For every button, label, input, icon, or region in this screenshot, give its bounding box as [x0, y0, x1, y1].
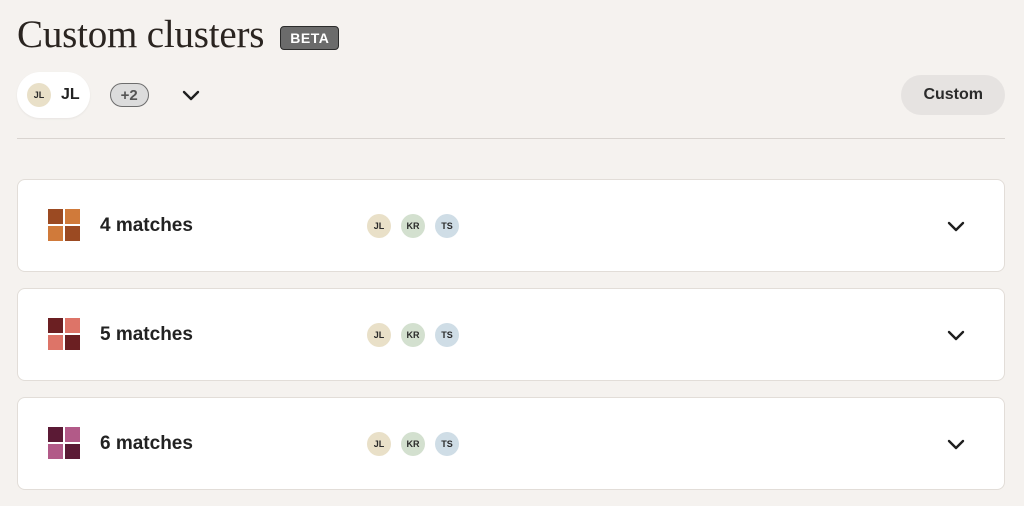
page-title: Custom clusters: [17, 13, 265, 56]
page-header: Custom clusters BETA: [17, 12, 340, 57]
cluster-members: JL KR TS: [367, 322, 459, 347]
expand-cluster-button[interactable]: [946, 325, 966, 345]
current-user-label: JL: [61, 86, 80, 103]
custom-button[interactable]: Custom: [901, 75, 1005, 115]
cluster-icon-cell: [48, 318, 63, 333]
more-users-badge[interactable]: +2: [109, 83, 149, 107]
cluster-icon-cell: [65, 226, 80, 241]
cluster-card[interactable]: 4 matches JL KR TS: [17, 179, 1005, 272]
cluster-icon-cell: [48, 226, 63, 241]
member-avatar: KR: [401, 322, 425, 347]
current-user-chip[interactable]: JL JL: [17, 72, 90, 118]
cluster-icon-cell: [48, 427, 63, 442]
cluster-icon-cell: [48, 335, 63, 350]
chevron-down-icon: [182, 90, 199, 101]
cluster-icon-cell: [48, 209, 63, 224]
expand-cluster-button[interactable]: [946, 434, 966, 454]
cluster-members: JL KR TS: [367, 431, 459, 456]
member-avatar: TS: [435, 213, 459, 238]
toolbar: JL JL +2 Custom: [17, 72, 1005, 118]
member-avatar: TS: [435, 322, 459, 347]
member-avatar: KR: [401, 213, 425, 238]
cluster-label: 5 matches: [100, 323, 193, 345]
chevron-down-icon: [947, 439, 965, 449]
cluster-grid-icon: [48, 318, 80, 350]
cluster-icon-cell: [48, 444, 63, 459]
member-avatar: TS: [435, 431, 459, 456]
cluster-label: 6 matches: [100, 432, 193, 454]
divider: [17, 138, 1005, 139]
cluster-list: 4 matches JL KR TS 5 matches JL KR TS 6 …: [17, 179, 1005, 506]
cluster-grid-icon: [48, 209, 80, 241]
cluster-grid-icon: [48, 427, 80, 459]
chevron-down-icon: [947, 221, 965, 231]
cluster-members: JL KR TS: [367, 213, 459, 238]
member-avatar: JL: [367, 322, 391, 347]
member-avatar: JL: [367, 431, 391, 456]
avatar: JL: [27, 83, 51, 107]
chevron-down-icon: [947, 330, 965, 340]
beta-badge: BETA: [280, 25, 340, 50]
cluster-icon-cell: [65, 335, 80, 350]
cluster-icon-cell: [65, 318, 80, 333]
cluster-icon-cell: [65, 444, 80, 459]
cluster-card[interactable]: 5 matches JL KR TS: [17, 288, 1005, 381]
expand-cluster-button[interactable]: [946, 216, 966, 236]
member-avatar: KR: [401, 431, 425, 456]
cluster-label: 4 matches: [100, 214, 193, 236]
cluster-icon-cell: [65, 427, 80, 442]
member-avatar: JL: [367, 213, 391, 238]
expand-users-button[interactable]: [179, 83, 203, 107]
cluster-card[interactable]: 6 matches JL KR TS: [17, 397, 1005, 490]
cluster-icon-cell: [65, 209, 80, 224]
